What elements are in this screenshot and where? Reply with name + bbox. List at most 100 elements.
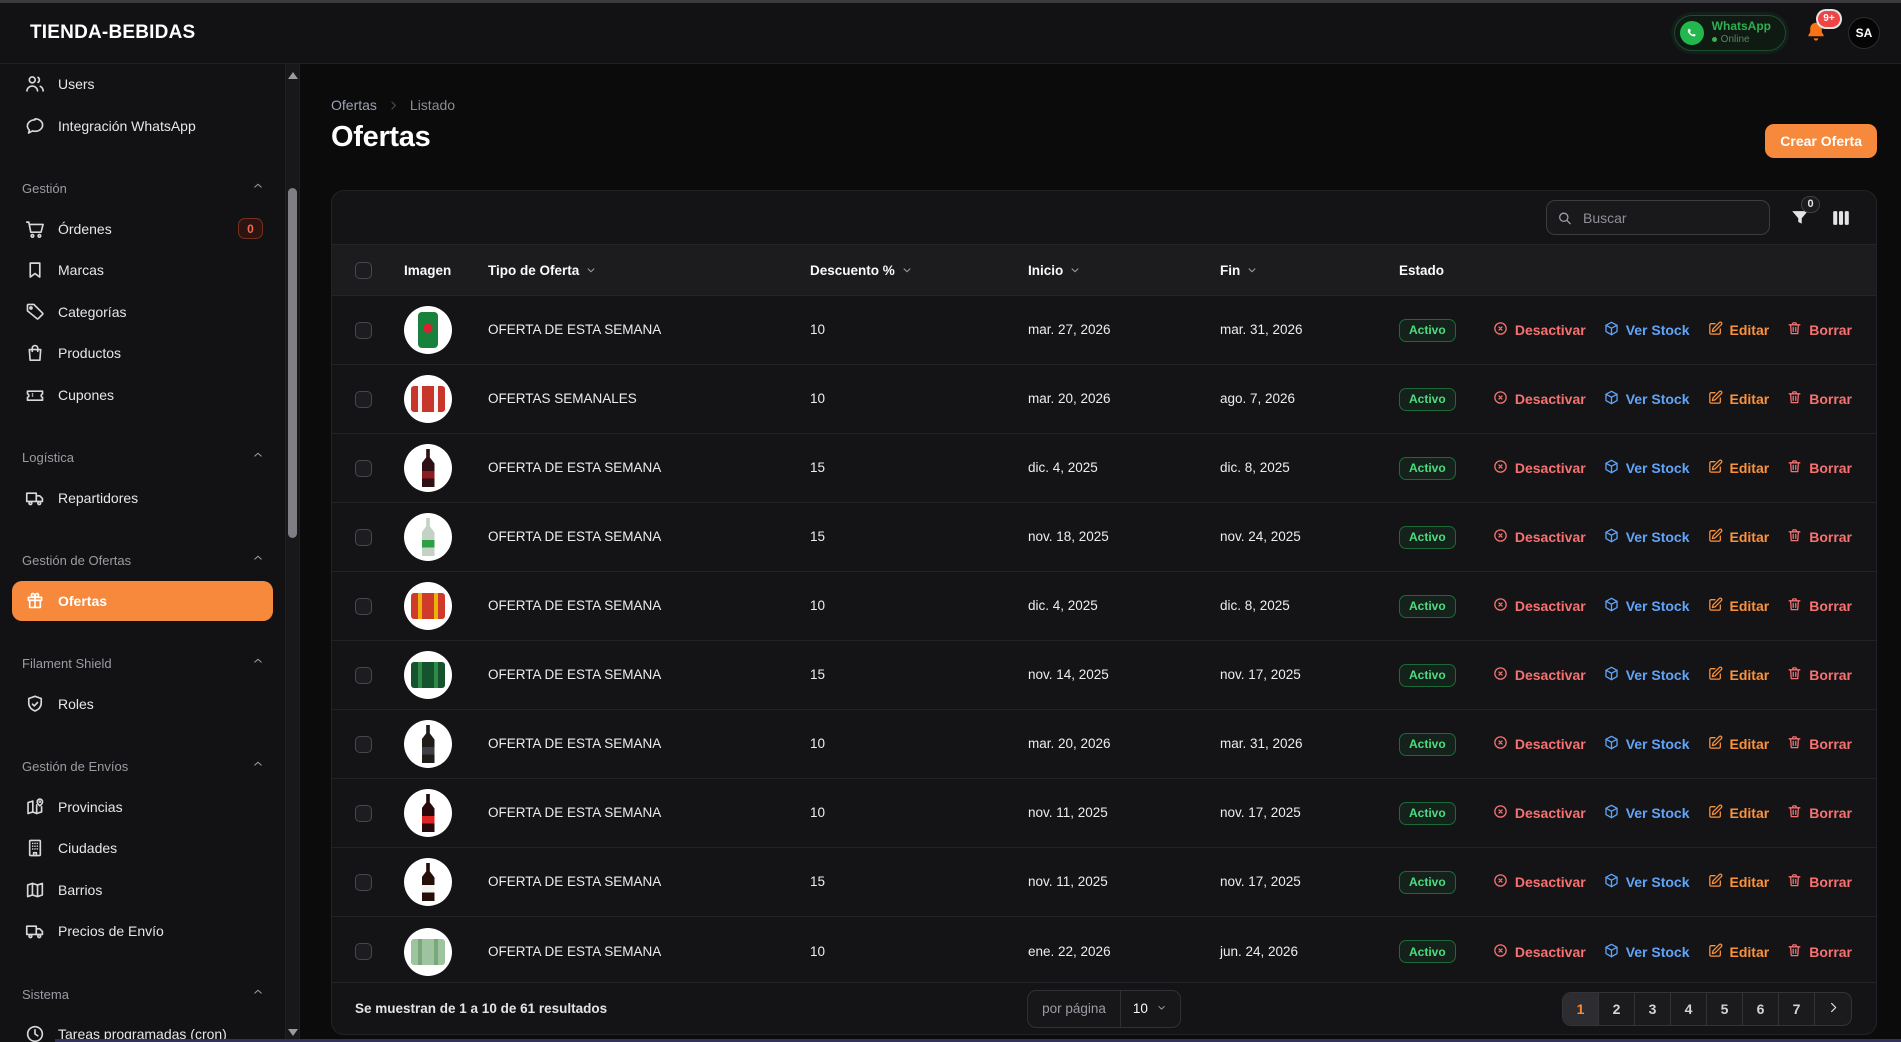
sidebar-item-precios-de-env-o[interactable]: Precios de Envío: [12, 911, 273, 951]
app-logo[interactable]: TIENDA-BEBIDAS: [30, 22, 195, 44]
pagination-page-1[interactable]: 1: [1563, 993, 1599, 1025]
row-action-desactivar[interactable]: Desactivar: [1492, 803, 1586, 823]
pagination-page-7[interactable]: 7: [1779, 993, 1815, 1025]
row-action-borrar[interactable]: Borrar: [1786, 803, 1852, 823]
sidebar-item-users[interactable]: Users: [12, 64, 273, 104]
row-action-ver-stock[interactable]: Ver Stock: [1603, 320, 1690, 340]
row-action-editar[interactable]: Editar: [1707, 665, 1770, 685]
row-action-editar[interactable]: Editar: [1707, 734, 1770, 754]
sidebar-group-header[interactable]: Gestión de Envíos: [12, 747, 273, 787]
per-page-value[interactable]: 10: [1120, 991, 1180, 1027]
sidebar-item-tareas-programadas-cron[interactable]: Tareas programadas (cron): [12, 1014, 273, 1042]
pagination-page-3[interactable]: 3: [1635, 993, 1671, 1025]
sidebar-item-roles[interactable]: Roles: [12, 684, 273, 724]
row-action-editar[interactable]: Editar: [1707, 320, 1770, 340]
row-action-borrar[interactable]: Borrar: [1786, 596, 1852, 616]
filter-button[interactable]: 0: [1789, 207, 1811, 229]
row-action-ver-stock[interactable]: Ver Stock: [1603, 942, 1690, 962]
pagination-page-5[interactable]: 5: [1707, 993, 1743, 1025]
row-action-desactivar[interactable]: Desactivar: [1492, 942, 1586, 962]
status-badge: Activo: [1399, 940, 1456, 963]
sidebar-item-marcas[interactable]: Marcas: [12, 250, 273, 290]
row-action-ver-stock[interactable]: Ver Stock: [1603, 803, 1690, 823]
sidebar-item-productos[interactable]: Productos: [12, 333, 273, 373]
column-header-descuento[interactable]: Descuento %: [810, 263, 1028, 278]
column-header-fin[interactable]: Fin: [1220, 263, 1399, 278]
product-image-dark-wine-bottle: [404, 444, 452, 492]
row-action-borrar[interactable]: Borrar: [1786, 734, 1852, 754]
sidebar-group-header[interactable]: Logística: [12, 438, 273, 478]
sidebar-group-header[interactable]: Filament Shield: [12, 644, 273, 684]
row-action-borrar[interactable]: Borrar: [1786, 389, 1852, 409]
row-action-desactivar[interactable]: Desactivar: [1492, 596, 1586, 616]
row-action-editar[interactable]: Editar: [1707, 872, 1770, 892]
chevron-up-icon: [251, 448, 265, 467]
scrollbar-up-arrow[interactable]: [288, 72, 298, 79]
whatsapp-status-pill[interactable]: WhatsApp Online: [1674, 15, 1786, 50]
sidebar-group-header[interactable]: Gestión de Ofertas: [12, 541, 273, 581]
row-action-editar[interactable]: Editar: [1707, 596, 1770, 616]
row-action-editar[interactable]: Editar: [1707, 803, 1770, 823]
sidebar-item-label: Categorías: [58, 304, 126, 320]
chevron-right-icon: [387, 99, 400, 112]
bookmark-icon: [24, 259, 46, 281]
row-action-ver-stock[interactable]: Ver Stock: [1603, 527, 1690, 547]
row-action-borrar[interactable]: Borrar: [1786, 665, 1852, 685]
end-date: nov. 24, 2025: [1220, 529, 1301, 544]
breadcrumb-parent[interactable]: Ofertas: [331, 97, 377, 113]
row-action-ver-stock[interactable]: Ver Stock: [1603, 872, 1690, 892]
column-header-inicio[interactable]: Inicio: [1028, 263, 1220, 278]
pagination-page-2[interactable]: 2: [1599, 993, 1635, 1025]
sidebar-item-integraci-n-whatsapp[interactable]: Integración WhatsApp: [12, 106, 273, 146]
status-badge: Activo: [1399, 733, 1456, 756]
user-avatar[interactable]: SA: [1848, 17, 1880, 49]
sidebar-group-header[interactable]: Gestión: [12, 169, 273, 209]
row-action-desactivar[interactable]: Desactivar: [1492, 665, 1586, 685]
row-action-desactivar[interactable]: Desactivar: [1492, 389, 1586, 409]
sidebar-item-barrios[interactable]: Barrios: [12, 870, 273, 910]
pagination-page-6[interactable]: 6: [1743, 993, 1779, 1025]
row-action-desactivar[interactable]: Desactivar: [1492, 320, 1586, 340]
sidebar-item-label: Roles: [58, 696, 94, 712]
row-action-ver-stock[interactable]: Ver Stock: [1603, 389, 1690, 409]
sidebar-item-ofertas[interactable]: Ofertas: [12, 581, 273, 621]
pagination-page-4[interactable]: 4: [1671, 993, 1707, 1025]
window-top-border: [0, 0, 1901, 3]
row-action-editar[interactable]: Editar: [1707, 389, 1770, 409]
row-action-editar[interactable]: Editar: [1707, 942, 1770, 962]
row-action-desactivar[interactable]: Desactivar: [1492, 872, 1586, 892]
row-action-editar[interactable]: Editar: [1707, 458, 1770, 478]
sidebar-item-cupones[interactable]: Cupones: [12, 375, 273, 415]
row-action-borrar[interactable]: Borrar: [1786, 458, 1852, 478]
trash-icon: [1786, 665, 1803, 685]
row-action-desactivar[interactable]: Desactivar: [1492, 527, 1586, 547]
row-action-ver-stock[interactable]: Ver Stock: [1603, 665, 1690, 685]
pagination-next-button[interactable]: [1815, 993, 1851, 1025]
sidebar-item-rdenes[interactable]: Órdenes0: [12, 209, 273, 249]
sidebar-group-header[interactable]: Sistema: [12, 974, 273, 1014]
scrollbar-thumb[interactable]: [288, 188, 297, 538]
row-action-ver-stock[interactable]: Ver Stock: [1603, 734, 1690, 754]
row-action-borrar[interactable]: Borrar: [1786, 872, 1852, 892]
sidebar-item-repartidores[interactable]: Repartidores: [12, 478, 273, 518]
row-action-borrar[interactable]: Borrar: [1786, 527, 1852, 547]
row-action-ver-stock[interactable]: Ver Stock: [1603, 458, 1690, 478]
search-input[interactable]: [1546, 200, 1770, 235]
row-action-desactivar[interactable]: Desactivar: [1492, 734, 1586, 754]
scrollbar-down-arrow[interactable]: [288, 1029, 298, 1036]
sidebar-scrollbar[interactable]: [285, 64, 299, 1042]
row-action-borrar[interactable]: Borrar: [1786, 942, 1852, 962]
row-action-ver-stock[interactable]: Ver Stock: [1603, 596, 1690, 616]
row-action-borrar[interactable]: Borrar: [1786, 320, 1852, 340]
sidebar-item-provincias[interactable]: Provincias: [12, 787, 273, 827]
column-header-tipo-de-oferta[interactable]: Tipo de Oferta: [488, 263, 810, 278]
notifications-button[interactable]: 9+: [1804, 20, 1830, 46]
topbar: TIENDA-BEBIDAS WhatsApp Online 9+ SA: [0, 3, 1901, 64]
clock-icon: [24, 1023, 46, 1042]
sidebar-item-ciudades[interactable]: Ciudades: [12, 828, 273, 868]
sidebar-item-categor-as[interactable]: Categorías: [12, 292, 273, 332]
toggle-columns-button[interactable]: [1830, 207, 1852, 229]
row-action-desactivar[interactable]: Desactivar: [1492, 458, 1586, 478]
row-action-editar[interactable]: Editar: [1707, 527, 1770, 547]
create-offer-button[interactable]: Crear Oferta: [1765, 124, 1877, 158]
